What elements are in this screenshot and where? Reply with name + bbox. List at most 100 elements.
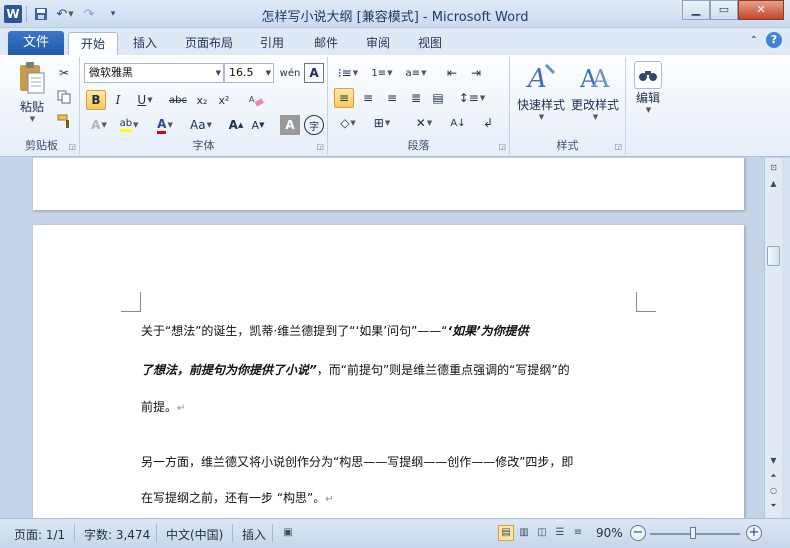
macro-record-icon[interactable]: ▣ <box>280 525 296 541</box>
font-name-dropdown-icon[interactable]: ▼ <box>216 64 221 82</box>
superscript-button[interactable]: x² <box>214 90 234 110</box>
tab-mailings[interactable]: 邮件 <box>306 32 346 55</box>
scrollbar-thumb[interactable] <box>767 246 780 266</box>
copy-icon[interactable] <box>54 87 74 107</box>
full-screen-reading-icon[interactable]: ▥ <box>516 525 532 541</box>
grow-font-icon[interactable]: A ▲ <box>226 115 246 135</box>
browse-object-icon[interactable]: ○ <box>766 483 781 498</box>
maximize-button[interactable]: ▭ <box>710 0 738 20</box>
enclose-characters-icon[interactable]: 字 <box>304 115 324 135</box>
print-layout-view-icon[interactable]: ▤ <box>498 525 514 541</box>
font-name-combo[interactable]: 微软雅黑 ▼ <box>84 63 224 83</box>
quick-styles-dropdown-icon[interactable]: ▼ <box>515 113 568 121</box>
p1-line2-bold: 了想法，前提句为你提供了小说” <box>141 363 317 377</box>
phonetic-guide-icon[interactable]: wén <box>280 63 301 83</box>
increase-indent-icon[interactable]: ⇥ <box>466 63 486 83</box>
minimize-ribbon-icon[interactable]: ⌃ <box>750 35 758 46</box>
page-count[interactable]: 页面: 1/1 <box>14 526 65 543</box>
format-painter-icon[interactable] <box>54 111 74 131</box>
line-spacing-icon[interactable]: ↕≡ ▼ <box>458 88 486 108</box>
quick-styles-button[interactable]: A 快速样式 ▼ <box>514 61 568 121</box>
p2-line2: 在写提纲之前，还有一步 “构思”。 <box>141 491 326 505</box>
zoom-in-icon[interactable]: + <box>746 525 762 541</box>
next-page-icon[interactable]: ⏷ <box>766 498 781 513</box>
scroll-up-icon[interactable]: ▲ <box>766 176 781 191</box>
paste-dropdown-icon[interactable]: ▼ <box>11 115 54 123</box>
change-case-button[interactable]: Aa ▼ <box>186 115 216 135</box>
editing-dropdown-icon[interactable]: ▼ <box>631 106 666 114</box>
change-styles-icon: AA <box>579 65 610 93</box>
editing-button[interactable]: 编辑 ▼ <box>630 61 666 114</box>
paragraph-1-line-2[interactable]: 了想法，前提句为你提供了小说”，而“前提句”则是维兰德重点强调的“写提纲”的 <box>141 361 570 378</box>
borders-icon[interactable]: ⊞ ▼ <box>368 113 396 133</box>
word-count[interactable]: 字数: 3,474 <box>84 526 150 543</box>
bold-button[interactable]: B <box>86 90 106 110</box>
previous-page-icon[interactable]: ⏶ <box>766 468 781 483</box>
clipboard-launcher-icon[interactable]: ◲ <box>68 142 76 151</box>
paragraph-1-line-3[interactable]: 前提。↵ <box>141 398 185 415</box>
clear-formatting-icon[interactable]: A <box>246 90 266 110</box>
underline-button[interactable]: U ▼ <box>130 90 160 110</box>
close-button[interactable]: ✕ <box>738 0 784 20</box>
paragraph-launcher-icon[interactable]: ◲ <box>498 142 506 151</box>
shading-icon[interactable]: ◇ ▼ <box>334 113 362 133</box>
web-layout-icon[interactable]: ◫ <box>534 525 550 541</box>
tab-insert[interactable]: 插入 <box>124 32 166 55</box>
minimize-button[interactable]: ▁ <box>682 0 710 20</box>
bullets-icon[interactable]: ⁝≡ ▼ <box>334 63 362 83</box>
page-current[interactable]: 关于“想法”的诞生，凯蒂·维兰德提到了“‘如果’问句”——“‘如果’为你提供 了… <box>33 225 744 518</box>
tab-file[interactable]: 文件 <box>8 31 64 55</box>
cut-icon[interactable]: ✂ <box>54 63 74 83</box>
paragraph-1-line-1[interactable]: 关于“想法”的诞生，凯蒂·维兰德提到了“‘如果’问句”——“‘如果’为你提供 <box>141 322 529 339</box>
change-styles-button[interactable]: AA 更改样式 ▼ <box>568 61 622 121</box>
italic-button[interactable]: I <box>108 90 128 110</box>
vertical-scrollbar[interactable]: ⊡ ▲ ▼ ⏶ ○ ⏷ <box>764 158 782 518</box>
character-border-icon[interactable]: A <box>304 63 324 83</box>
font-size-dropdown-icon[interactable]: ▼ <box>266 64 271 82</box>
distributed-button[interactable]: ▤ <box>428 88 448 108</box>
tab-review[interactable]: 审阅 <box>358 32 398 55</box>
subscript-button[interactable]: x₂ <box>192 90 212 110</box>
show-marks-icon[interactable]: ↲ <box>478 113 498 133</box>
tab-references[interactable]: 引用 <box>252 32 292 55</box>
shrink-font-icon[interactable]: A ▼ <box>248 115 268 135</box>
paste-button[interactable]: 粘贴 ▼ <box>10 61 54 123</box>
font-launcher-icon[interactable]: ◲ <box>316 142 324 151</box>
zoom-slider-thumb[interactable] <box>690 527 696 539</box>
justify-button[interactable]: ≣ <box>406 88 426 108</box>
styles-group: A 快速样式 ▼ AA 更改样式 ▼ 样式 ◲ <box>510 57 626 155</box>
zoom-level[interactable]: 90% <box>596 526 623 540</box>
view-ruler-icon[interactable]: ⊡ <box>766 160 781 175</box>
tab-page-layout[interactable]: 页面布局 <box>178 32 240 55</box>
paragraph-mark-icon: ↵ <box>177 403 186 414</box>
multilevel-list-icon[interactable]: a≡ ▼ <box>402 63 430 83</box>
language-indicator[interactable]: 中文(中国) <box>166 526 223 543</box>
change-styles-dropdown-icon[interactable]: ▼ <box>569 113 622 121</box>
outline-view-icon[interactable]: ☰ <box>552 525 568 541</box>
font-color-button[interactable]: A ▼ <box>152 115 178 135</box>
numbering-icon[interactable]: 1≡ ▼ <box>368 63 396 83</box>
paragraph-group: ⁝≡ ▼ 1≡ ▼ a≡ ▼ ⇤ ⇥ ≡ ≡ ≡ ≣ ▤ ↕≡ ▼ ◇ ▼ ⊞ ▼ ✕ ▼ A… <box>328 57 510 155</box>
scroll-down-icon[interactable]: ▼ <box>766 453 781 468</box>
text-effects-button[interactable]: A ▼ <box>86 115 112 135</box>
tab-view[interactable]: 视图 <box>410 32 450 55</box>
align-right-button[interactable]: ≡ <box>382 88 402 108</box>
sort-icon[interactable]: A↓ <box>448 113 468 133</box>
draft-view-icon[interactable]: ≡ <box>570 525 586 541</box>
align-left-button[interactable]: ≡ <box>334 88 354 108</box>
strikethrough-button[interactable]: abc <box>166 90 190 110</box>
decrease-indent-icon[interactable]: ⇤ <box>442 63 462 83</box>
character-shading-icon[interactable]: A <box>280 115 300 135</box>
document-area[interactable]: 关于“想法”的诞生，凯蒂·维兰德提到了“‘如果’问句”——“‘如果’为你提供 了… <box>0 158 764 518</box>
paragraph-2-line-2[interactable]: 在写提纲之前，还有一步 “构思”。↵ <box>141 489 334 506</box>
paragraph-2-line-1[interactable]: 另一方面，维兰德又将小说创作分为“构思——写提纲——创作——修改”四步，即 <box>141 453 573 470</box>
tab-home[interactable]: 开始 <box>68 32 118 55</box>
styles-launcher-icon[interactable]: ◲ <box>614 142 622 151</box>
help-icon[interactable]: ? <box>766 32 782 48</box>
zoom-out-icon[interactable]: − <box>630 525 646 541</box>
chinese-layout-icon[interactable]: ✕ ▼ <box>410 113 438 133</box>
font-size-combo[interactable]: 16.5 ▼ <box>224 63 274 83</box>
insert-mode[interactable]: 插入 <box>242 526 266 543</box>
align-center-button[interactable]: ≡ <box>358 88 378 108</box>
highlight-color-button[interactable]: ab ▼ <box>116 115 142 135</box>
